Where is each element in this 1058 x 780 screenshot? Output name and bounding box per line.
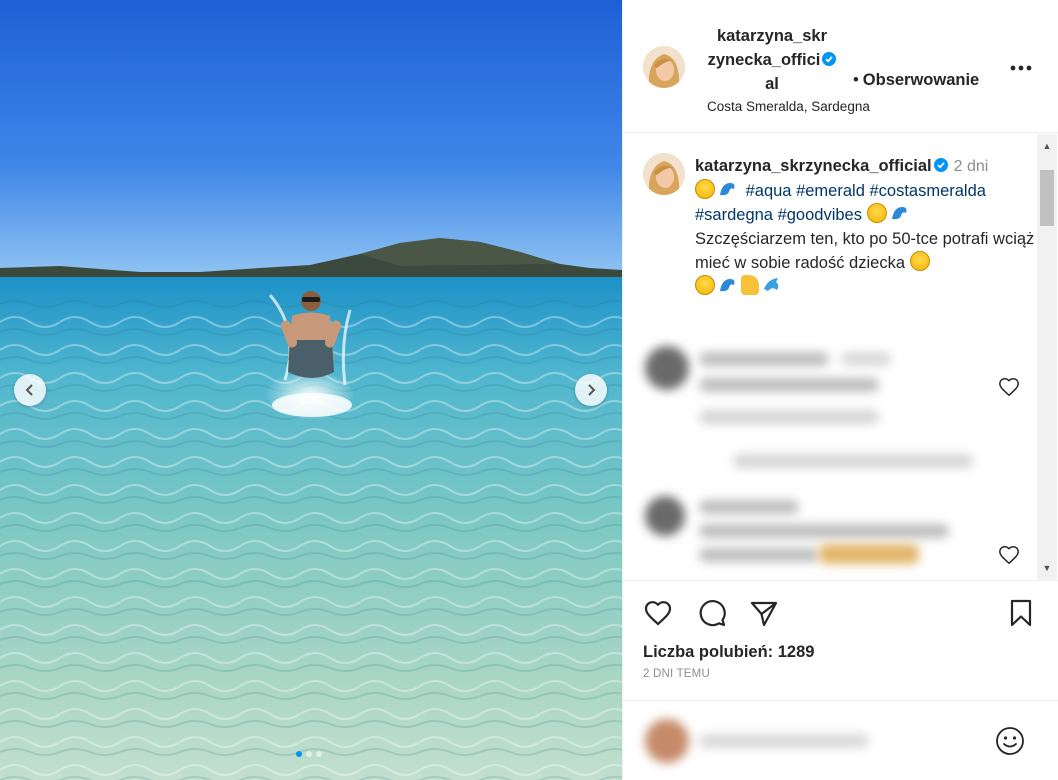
post-actions: Liczba polubień: 1289 2 DNI TEMU (623, 580, 1058, 690)
author-avatar[interactable] (643, 46, 685, 88)
grinning-face-emoji (909, 251, 930, 271)
carousel-prev-button[interactable] (14, 374, 46, 406)
carousel-indicator (296, 751, 322, 757)
blurred-replies-link (733, 454, 973, 468)
beach-splash-image (0, 0, 622, 780)
hashtag-link[interactable]: #costasmeralda (869, 182, 985, 200)
blurred-comment-text (699, 500, 799, 514)
smiling-face-emoji (695, 275, 715, 295)
grinning-face-emoji (695, 179, 715, 199)
blurred-comment-meta (699, 410, 879, 424)
hashtag-link[interactable]: #emerald (796, 182, 865, 200)
wave-emoji (889, 203, 910, 223)
caption-author-avatar[interactable] (643, 153, 685, 195)
verified-badge-icon (822, 52, 837, 66)
chevron-left-icon (25, 384, 33, 396)
carousel-dot (306, 751, 312, 757)
save-bookmark-icon[interactable] (1006, 598, 1036, 628)
caption-timestamp[interactable]: 2 dni (954, 158, 989, 175)
post-caption: katarzyna_skrzynecka_official 2 dni #aqua… (695, 154, 1045, 299)
comment-like-icon[interactable] (998, 376, 1020, 398)
blurred-comment-avatar (645, 346, 689, 390)
hashtag-link[interactable]: #goodvibes (778, 206, 862, 224)
avatar-image (643, 46, 685, 88)
blurred-comment-text (699, 352, 829, 366)
blurred-comment-text (699, 378, 879, 392)
emoji-picker-icon[interactable] (995, 726, 1025, 756)
blurred-comment-text (699, 524, 949, 538)
more-options-icon[interactable] (1007, 58, 1035, 78)
blurred-comment-avatar (645, 496, 685, 536)
post-location[interactable]: Costa Smeralda, Sardegna (707, 99, 870, 114)
scrollbar-thumb[interactable] (1040, 170, 1054, 226)
caption-username[interactable]: katarzyna_skrzynecka_official (695, 157, 932, 175)
carousel-next-button[interactable] (575, 374, 607, 406)
chevron-right-icon (588, 384, 596, 396)
post-date: 2 DNI TEMU (643, 668, 710, 680)
wave-emoji (718, 179, 738, 199)
hashtag-link[interactable]: #aqua (746, 182, 792, 200)
blurred-comment-input[interactable] (699, 734, 869, 748)
post-photo (0, 0, 622, 780)
scroll-down-arrow-icon[interactable]: ▼ (1037, 560, 1057, 576)
add-comment-bar (623, 700, 1058, 780)
blurred-comment-text (699, 548, 819, 562)
avatar-image (643, 153, 685, 195)
post-header: katarzyna_skr zynecka_offici al • Obserwo… (623, 0, 1058, 133)
grinning-face-emoji (866, 203, 887, 223)
scroll-up-arrow-icon[interactable]: ▲ (1037, 138, 1057, 154)
share-paper-plane-icon[interactable] (749, 598, 779, 628)
wave-emoji (718, 275, 738, 295)
carousel-dot (316, 751, 322, 757)
blurred-user-avatar (645, 719, 689, 763)
following-button[interactable]: • Obserwowanie (853, 71, 979, 90)
carousel-dot (296, 751, 302, 757)
verified-badge-icon (933, 158, 948, 172)
thumbs-up-emoji (741, 275, 759, 295)
author-username[interactable]: katarzyna_skr zynecka_offici al (707, 24, 837, 96)
like-heart-icon[interactable] (643, 598, 673, 628)
caption-text: Szczęściarzem ten, kto po 50-tce potrafi… (695, 230, 1035, 272)
comment-like-icon[interactable] (998, 544, 1020, 566)
post-side-panel: katarzyna_skr zynecka_offici al • Obserwo… (622, 0, 1058, 780)
like-count[interactable]: Liczba polubień: 1289 (643, 643, 814, 662)
hashtag-link[interactable]: #sardegna (695, 206, 773, 224)
blurred-comment-text (841, 352, 891, 366)
comments-scrollbar[interactable]: ▲ ▼ (1037, 134, 1057, 580)
comment-bubble-icon[interactable] (697, 598, 727, 628)
blurred-comment-emoji (819, 544, 919, 564)
dolphin-emoji (764, 278, 779, 291)
